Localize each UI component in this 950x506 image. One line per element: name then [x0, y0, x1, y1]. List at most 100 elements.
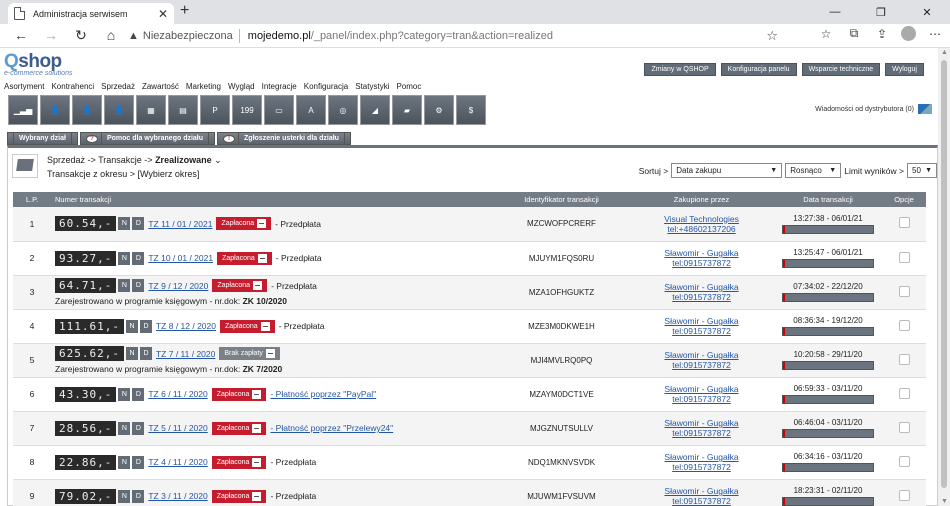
n-button[interactable]: N: [118, 387, 131, 401]
buyer-link[interactable]: Sławomir - Gugałka: [629, 452, 774, 462]
buyer-phone-link[interactable]: tel:0915737872: [629, 462, 774, 472]
admin-user-icon[interactable]: 👤: [104, 95, 134, 125]
d-button[interactable]: D: [139, 347, 152, 360]
transaction-link[interactable]: TZ 8 / 12 / 2020: [156, 321, 216, 331]
gear-icon[interactable]: ⚙: [424, 95, 454, 125]
badge-199-icon[interactable]: 199: [232, 95, 262, 125]
url-field[interactable]: ▲ Niezabezpieczona mojedemo.pl/_panel/in…: [128, 26, 792, 46]
buyer-phone-link[interactable]: tel:0915737872: [629, 496, 774, 506]
menu-item-konfiguracja[interactable]: Konfiguracja: [304, 82, 348, 91]
period-value[interactable]: [Wybierz okres]: [137, 169, 199, 179]
status-badge[interactable]: Zapłacona: [211, 387, 267, 401]
n-button[interactable]: N: [118, 421, 131, 435]
grid-icon[interactable]: ▦: [136, 95, 166, 125]
distributor-messages[interactable]: Wiadomości od dystrybutora (0): [815, 104, 932, 114]
warning-icon[interactable]: ▲: [128, 30, 139, 42]
menu-item-asortyment[interactable]: Asortyment: [4, 82, 44, 91]
menu-item-zawartosc[interactable]: Zawartość: [142, 82, 179, 91]
row-checkbox[interactable]: [898, 489, 910, 501]
qshop-logo[interactable]: Qshop e-commerce solutions: [4, 51, 72, 77]
close-window-icon[interactable]: ✕: [904, 0, 950, 24]
transaction-link[interactable]: TZ 9 / 12 / 2020: [148, 281, 208, 291]
buyer-link[interactable]: Sławomir - Gugałka: [629, 486, 774, 496]
allegro-icon[interactable]: A: [296, 95, 326, 125]
scroll-down-icon[interactable]: ▼: [941, 498, 948, 505]
d-button[interactable]: D: [139, 319, 152, 333]
buyer-phone-link[interactable]: tel:+48602137206: [629, 224, 774, 234]
d-button[interactable]: D: [132, 421, 145, 435]
n-button[interactable]: N: [118, 455, 131, 469]
n-button[interactable]: N: [125, 319, 138, 333]
row-checkbox[interactable]: [898, 285, 910, 297]
sort-order-select[interactable]: Rosnąco ▼: [785, 163, 842, 178]
buyer-phone-link[interactable]: tel:0915737872: [629, 394, 774, 404]
sort-field-select[interactable]: Data zakupu ▼: [671, 163, 783, 178]
forward-icon[interactable]: →: [36, 27, 66, 44]
chevron-down-icon[interactable]: ⌄: [214, 155, 222, 165]
new-tab-button[interactable]: +: [180, 2, 189, 20]
more-icon[interactable]: ⋯: [926, 27, 944, 41]
sales-icon[interactable]: ◢: [360, 95, 390, 125]
transaction-link[interactable]: TZ 4 / 11 / 2020: [148, 457, 207, 467]
buyer-phone-link[interactable]: tel:0915737872: [629, 292, 774, 302]
status-badge[interactable]: Zapłacona: [211, 421, 267, 435]
row-checkbox[interactable]: [898, 319, 910, 331]
buyer-link[interactable]: Sławomir - Gugałka: [629, 282, 774, 292]
close-tab-icon[interactable]: ✕: [158, 7, 168, 21]
transaction-link[interactable]: TZ 7 / 11 / 2020: [156, 349, 215, 359]
n-button[interactable]: N: [118, 489, 131, 503]
transaction-link[interactable]: TZ 10 / 01 / 2021: [148, 253, 213, 263]
buyer-link[interactable]: Sławomir - Gugałka: [629, 350, 774, 360]
menu-item-statystyki[interactable]: Statystyki: [355, 82, 389, 91]
tab-zgloszenie[interactable]: ! Zgłoszenie usterki dla działu: [217, 132, 351, 145]
dollar-icon[interactable]: $: [456, 95, 486, 125]
favorite-star-icon[interactable]: ☆: [766, 28, 778, 44]
row-checkbox[interactable]: [898, 387, 910, 399]
d-button[interactable]: D: [132, 251, 145, 265]
minimize-icon[interactable]: —: [812, 0, 858, 24]
transaction-link[interactable]: TZ 6 / 11 / 2020: [148, 389, 207, 399]
tab-pomoc[interactable]: ? Pomoc dla wybranego działu: [79, 132, 216, 145]
d-button[interactable]: D: [132, 217, 145, 231]
collections-icon[interactable]: ⧉: [845, 26, 863, 41]
n-button[interactable]: N: [118, 279, 131, 292]
n-button[interactable]: N: [125, 347, 138, 360]
buyer-link[interactable]: Sławomir - Gugałka: [629, 316, 774, 326]
transaction-link[interactable]: TZ 11 / 01 / 2021: [148, 219, 212, 229]
target-icon[interactable]: ◎: [328, 95, 358, 125]
share-icon[interactable]: ⇪: [873, 27, 891, 41]
d-button[interactable]: D: [132, 489, 145, 503]
wyloguj-button[interactable]: Wyloguj: [885, 63, 924, 76]
home-icon[interactable]: ⌂: [96, 27, 126, 44]
transaction-link[interactable]: TZ 3 / 11 / 2020: [148, 491, 207, 501]
status-badge[interactable]: Zapłacona: [211, 455, 267, 469]
buyer-phone-link[interactable]: tel:0915737872: [629, 258, 774, 268]
limit-select[interactable]: 50 ▼: [907, 163, 937, 178]
transaction-link[interactable]: TZ 5 / 11 / 2020: [148, 423, 207, 433]
menu-item-wyglad[interactable]: Wygląd: [228, 82, 255, 91]
row-checkbox[interactable]: [898, 455, 910, 467]
buyer-phone-link[interactable]: tel:0915737872: [629, 428, 774, 438]
status-badge[interactable]: Zapłacona: [211, 489, 267, 503]
menu-item-sprzedaz[interactable]: Sprzedaż: [101, 82, 135, 91]
p-document-icon[interactable]: P: [200, 95, 230, 125]
d-button[interactable]: D: [132, 279, 145, 292]
tab-wybrany-dzial[interactable]: Wybrany dział: [7, 132, 78, 145]
reload-icon[interactable]: ↻: [66, 27, 96, 44]
menu-item-integracje[interactable]: Integracje: [262, 82, 297, 91]
users-icon[interactable]: 👤: [40, 95, 70, 125]
row-checkbox[interactable]: [898, 421, 910, 433]
d-button[interactable]: D: [132, 387, 145, 401]
zmiany-button[interactable]: Zmiany w QSHOP: [644, 63, 716, 76]
row-checkbox[interactable]: [898, 217, 910, 229]
buyer-link[interactable]: Sławomir - Gugałka: [629, 418, 774, 428]
status-badge[interactable]: Zapłacona: [212, 279, 268, 292]
status-badge[interactable]: Zapłacona: [217, 251, 272, 265]
back-icon[interactable]: ←: [6, 27, 36, 44]
n-button[interactable]: N: [118, 251, 131, 265]
menu-item-kontrahenci[interactable]: Kontrahenci: [51, 82, 94, 91]
browser-tab[interactable]: Administracja serwisem ✕: [8, 3, 174, 24]
maximize-icon[interactable]: ❐: [858, 0, 904, 24]
konfiguracja-panelu-button[interactable]: Konfiguracja panelu: [720, 63, 797, 76]
buyer-link[interactable]: Sławomir - Gugałka: [629, 384, 774, 394]
